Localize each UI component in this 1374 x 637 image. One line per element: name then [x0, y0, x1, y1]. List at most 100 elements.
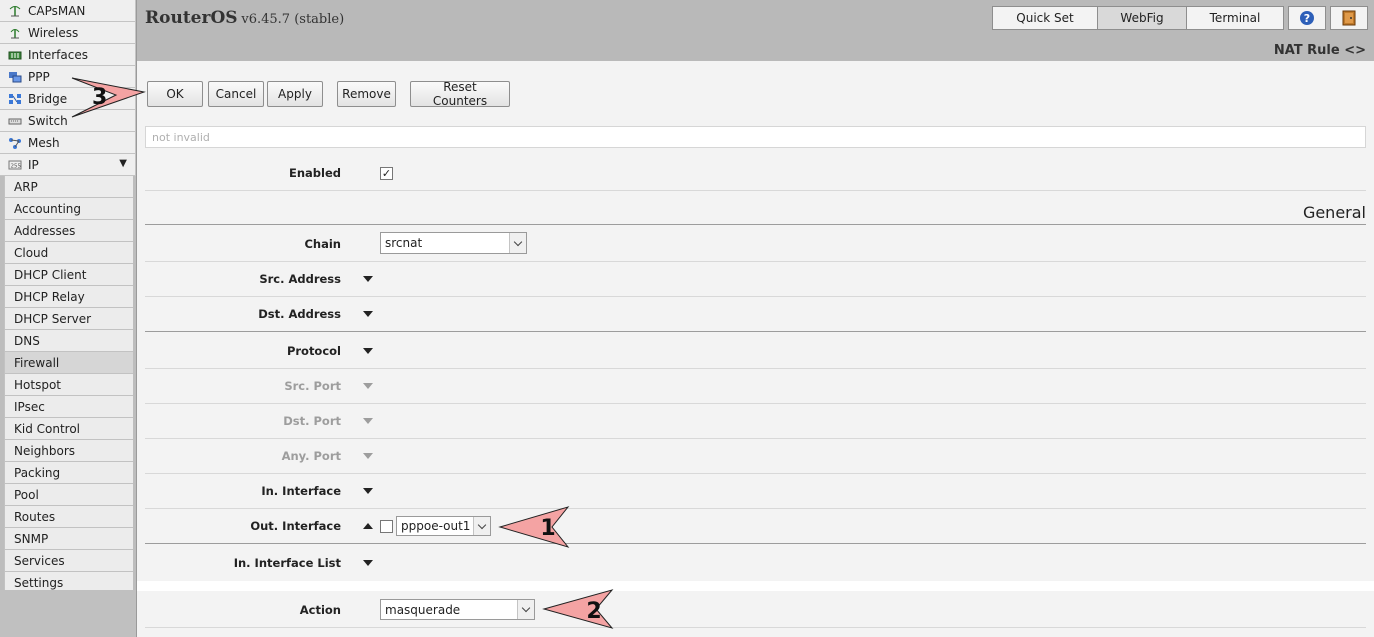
expand-in-interface-list-icon[interactable]	[363, 560, 373, 566]
sidebar-subitem-dhcp-server[interactable]: DHCP Server	[4, 308, 133, 330]
sidebar-subitem-firewall[interactable]: Firewall	[4, 352, 133, 374]
sidebar-item-bridge[interactable]: Bridge	[0, 88, 136, 110]
row-any-port: Any. Port	[145, 439, 1366, 474]
row-chain: Chain srcnat	[145, 226, 1366, 262]
sidebar-cutoff	[0, 590, 136, 637]
sidebar-item-switch[interactable]: Switch	[0, 110, 136, 132]
expand-in-interface-icon[interactable]	[363, 488, 373, 494]
sidebar-item-label: PPP	[28, 69, 50, 84]
enabled-label: Enabled	[288, 165, 341, 180]
svg-text:255: 255	[11, 163, 22, 169]
expand-caret-icon[interactable]: ▼	[119, 158, 127, 169]
expand-src-port-icon	[363, 383, 373, 389]
help-icon: ?	[1300, 11, 1314, 25]
section-general-heading: General	[1302, 203, 1366, 222]
wireless-icon	[8, 27, 22, 39]
sidebar-subitem-arp[interactable]: ARP	[4, 176, 133, 198]
sidebar-subitem-kid-control[interactable]: Kid Control	[4, 418, 133, 440]
expand-src-address-icon[interactable]	[363, 276, 373, 282]
sidebar-item-label: Wireless	[28, 25, 79, 40]
ok-button[interactable]: OK	[147, 81, 203, 107]
switch-icon	[8, 115, 22, 127]
interfaces-icon	[8, 49, 22, 61]
expand-any-port-icon	[363, 453, 373, 459]
sidebar-subitem-ipsec[interactable]: IPsec	[4, 396, 133, 418]
sidebar-subitem-addresses[interactable]: Addresses	[4, 220, 133, 242]
status-field: not invalid	[145, 126, 1366, 148]
bridge-icon	[8, 93, 22, 105]
expand-dst-port-icon	[363, 418, 373, 424]
sidebar-item-label: Interfaces	[28, 47, 88, 62]
in-interface-list-label: In. Interface List	[233, 556, 341, 570]
sidebar-item-wireless[interactable]: Wireless	[0, 22, 136, 44]
row-in-interface: In. Interface	[145, 474, 1366, 509]
sidebar-subitem-routes[interactable]: Routes	[4, 506, 133, 528]
sidebar-item-mesh[interactable]: Mesh	[0, 132, 136, 154]
out-interface-label: Out. Interface	[250, 519, 341, 533]
sidebar-item-ip[interactable]: 255 IP ▼	[0, 154, 136, 176]
reset-counters-button[interactable]: Reset Counters	[410, 80, 510, 108]
page-title: NAT Rule <>	[1273, 43, 1366, 58]
chevron-down-icon	[517, 600, 534, 619]
sidebar-subitem-neighbors[interactable]: Neighbors	[4, 440, 133, 462]
sidebar-subitem-dns[interactable]: DNS	[4, 330, 133, 352]
apply-button[interactable]: Apply	[267, 81, 323, 107]
row-dst-address: Dst. Address	[145, 297, 1366, 332]
dst-address-label: Dst. Address	[258, 307, 341, 321]
dst-port-label: Dst. Port	[283, 414, 341, 428]
in-interface-label: In. Interface	[261, 484, 341, 498]
row-out-interface: Out. Interface pppoe-out1	[145, 509, 1366, 544]
sidebar-subitem-dhcp-relay[interactable]: DHCP Relay	[4, 286, 133, 308]
capsman-icon	[8, 5, 22, 17]
expand-dst-address-icon[interactable]	[363, 311, 373, 317]
collapse-out-interface-icon[interactable]	[363, 523, 373, 529]
logout-button[interactable]	[1330, 6, 1368, 30]
sidebar-item-interfaces[interactable]: Interfaces	[0, 44, 136, 66]
protocol-label: Protocol	[286, 343, 341, 358]
out-interface-value: pppoe-out1	[401, 519, 471, 533]
sidebar-subitem-packing[interactable]: Packing	[4, 462, 133, 484]
remove-button[interactable]: Remove	[337, 81, 396, 107]
tab-terminal[interactable]: Terminal	[1186, 6, 1284, 30]
tab-webfig[interactable]: WebFig	[1097, 6, 1187, 30]
src-port-label: Src. Port	[284, 379, 341, 393]
svg-text:?: ?	[1304, 12, 1310, 25]
header: RouterOS v6.45.7 (stable) Quick Set WebF…	[137, 0, 1374, 61]
row-protocol: Protocol	[145, 333, 1366, 369]
expand-protocol-icon[interactable]	[363, 348, 373, 354]
sidebar-subitem-cloud[interactable]: Cloud	[4, 242, 133, 264]
sidebar-subitem-pool[interactable]: Pool	[4, 484, 133, 506]
enabled-checkbox[interactable]: ✓	[380, 167, 393, 180]
content: OK Cancel Apply Remove Reset Counters no…	[137, 61, 1374, 637]
tab-quick-set[interactable]: Quick Set	[992, 6, 1098, 30]
action-select[interactable]: masquerade	[380, 599, 535, 620]
chain-label: Chain	[304, 236, 341, 251]
src-address-label: Src. Address	[259, 272, 341, 286]
sidebar-item-label: IP	[28, 157, 39, 172]
any-port-label: Any. Port	[281, 449, 341, 463]
chain-select[interactable]: srcnat	[380, 232, 527, 254]
row-in-interface-list: In. Interface List	[145, 545, 1366, 581]
row-action: Action masquerade	[145, 592, 1366, 628]
sidebar-item-capsman[interactable]: CAPsMAN	[0, 0, 136, 22]
row-src-address: Src. Address	[145, 262, 1366, 297]
out-interface-negate-checkbox[interactable]	[380, 520, 393, 533]
mesh-icon	[8, 137, 22, 149]
sidebar-subitem-accounting[interactable]: Accounting	[4, 198, 133, 220]
cancel-button[interactable]: Cancel	[208, 81, 264, 107]
sidebar-item-label: Switch	[28, 113, 68, 128]
sidebar-item-ppp[interactable]: PPP	[0, 66, 136, 88]
help-button[interactable]: ?	[1288, 6, 1326, 30]
ppp-icon	[8, 71, 22, 83]
ip-icon: 255	[8, 159, 22, 171]
sidebar-subitem-services[interactable]: Services	[4, 550, 133, 572]
brand: RouterOS v6.45.7 (stable)	[145, 8, 344, 28]
sidebar-subitem-dhcp-client[interactable]: DHCP Client	[4, 264, 133, 286]
row-enabled: Enabled ✓	[145, 155, 1366, 191]
row-dst-port: Dst. Port	[145, 404, 1366, 439]
sidebar-item-label: Mesh	[28, 135, 60, 150]
sidebar-subitem-snmp[interactable]: SNMP	[4, 528, 133, 550]
out-interface-select[interactable]: pppoe-out1	[396, 516, 491, 536]
sidebar-subitem-hotspot[interactable]: Hotspot	[4, 374, 133, 396]
logout-door-icon	[1342, 10, 1356, 26]
